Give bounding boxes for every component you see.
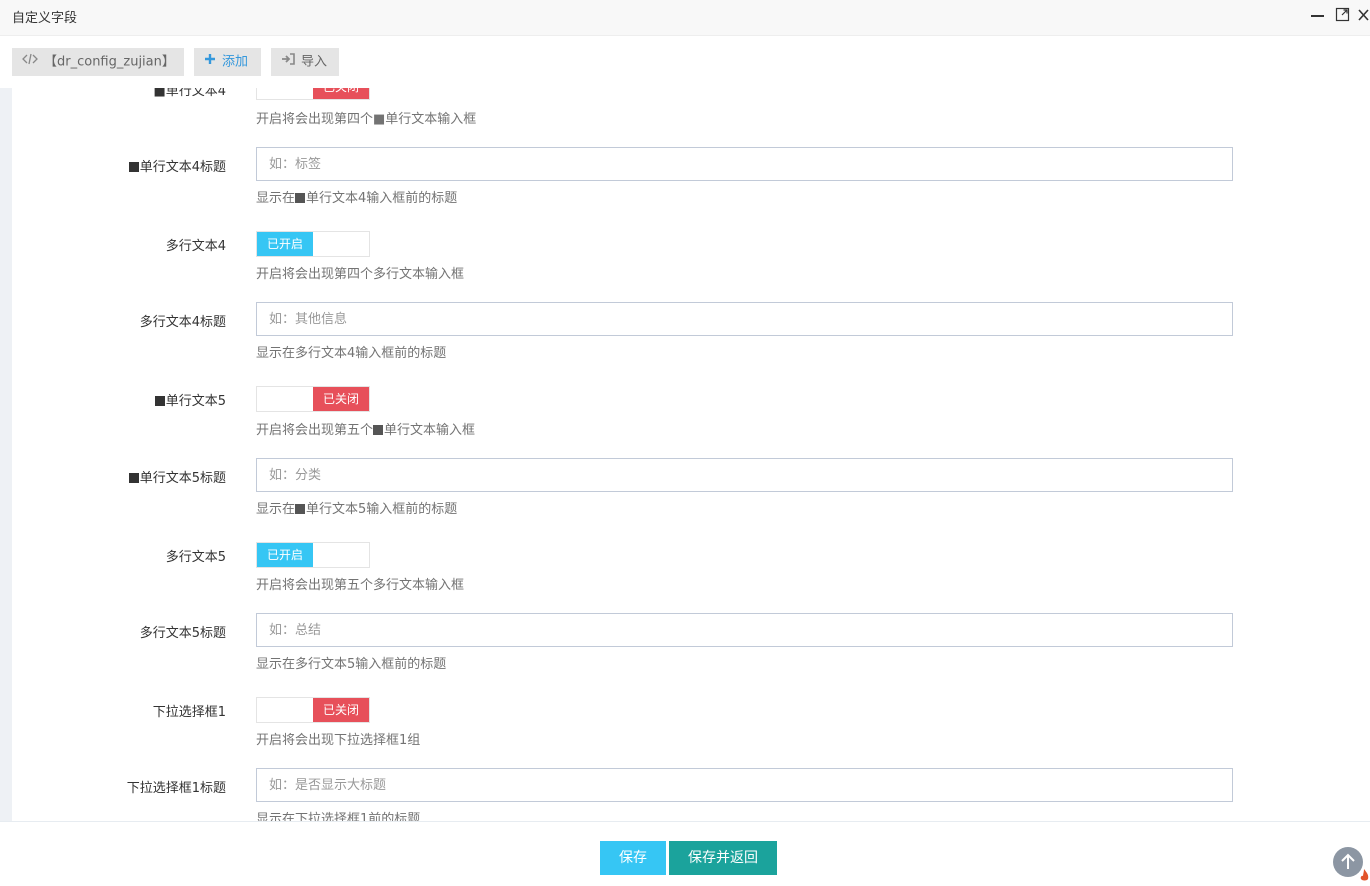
dialog-title: 自定义字段 <box>12 11 78 26</box>
field-label-multi-text-5: 多行文本5 <box>165 550 226 565</box>
help-multi-text-5-title: 显示在多行文本5输入框前的标题 <box>256 657 447 672</box>
help-single-text-5-title: 显示在 单行文本5输入框前的标题 <box>256 502 458 517</box>
minimize-icon[interactable] <box>1308 5 1328 25</box>
field-label-select-1-title: 下拉选择框1标题 <box>126 781 226 796</box>
help-multi-text-4-title: 显示在多行文本4输入框前的标题 <box>256 346 447 361</box>
toggle-multi-text-4[interactable]: 已开启 <box>256 231 370 257</box>
config-code-button[interactable]: 【dr_config_zujian】 <box>12 48 184 76</box>
single-text-4-title-input[interactable] <box>256 147 1233 181</box>
flame-icon <box>1359 868 1370 886</box>
toggle-single-text-5[interactable]: 已关闭 <box>256 386 370 412</box>
help-single-text-4-title: 显示在 单行文本4输入框前的标题 <box>256 191 458 206</box>
select-1-title-input[interactable] <box>256 768 1233 802</box>
single-text-5-title-input[interactable] <box>256 458 1233 492</box>
toggle-state: 已关闭 <box>313 698 369 722</box>
multi-text-5-title-input[interactable] <box>256 613 1233 647</box>
save-and-return-button[interactable]: 保存并返回 <box>669 841 777 875</box>
form-panel[interactable]: ■单行文本4 已关闭 开启将会出现第四个■单行文本输入框 单行文本4标题 显示在… <box>12 88 1370 821</box>
square-marker <box>154 396 165 406</box>
maximize-icon[interactable] <box>1333 5 1353 25</box>
toggle-state: 已关闭 <box>313 88 369 99</box>
help-single-text-4: 开启将会出现第四个■单行文本输入框 <box>256 112 477 127</box>
help-multi-text-5: 开启将会出现第五个多行文本输入框 <box>256 578 465 593</box>
square-marker <box>373 425 384 435</box>
field-label-single-text-4: ■单行文本4 <box>153 88 226 99</box>
config-code-label: 【dr_config_zujian】 <box>44 54 175 70</box>
field-label-multi-text-4-title: 多行文本4标题 <box>139 315 226 330</box>
toggle-state: 已开启 <box>257 232 313 256</box>
add-label: 添加 <box>222 54 249 70</box>
dialog-footer: 保存 保存并返回 <box>0 821 1370 883</box>
field-label-select-1: 下拉选择框1 <box>152 705 226 720</box>
toggle-state: 已关闭 <box>313 387 369 411</box>
multi-text-4-title-input[interactable] <box>256 302 1233 336</box>
square-marker <box>128 162 139 172</box>
import-label: 导入 <box>301 54 328 70</box>
code-icon <box>22 48 38 76</box>
close-icon[interactable] <box>1356 5 1370 25</box>
toggle-state: 已开启 <box>257 543 313 567</box>
field-label-single-text-5: 单行文本5 <box>12 390 226 409</box>
help-multi-text-4: 开启将会出现第四个多行文本输入框 <box>256 267 465 282</box>
field-label-multi-text-5-title: 多行文本5标题 <box>139 626 226 641</box>
help-single-text-5: 开启将会出现第五个 单行文本输入框 <box>256 423 476 438</box>
square-marker <box>295 193 306 203</box>
field-label-multi-text-4: 多行文本4 <box>165 239 226 254</box>
import-button[interactable]: 导入 <box>271 48 339 76</box>
toggle-multi-text-5[interactable]: 已开启 <box>256 542 370 568</box>
field-label-single-text-4-title: 单行文本4标题 <box>12 156 226 175</box>
toggle-select-1[interactable]: 已关闭 <box>256 697 370 723</box>
dialog-titlebar: 自定义字段 <box>0 0 1370 36</box>
help-select-1-title: 显示在下拉选择框1前的标题 <box>256 812 421 821</box>
save-button[interactable]: 保存 <box>600 841 666 875</box>
toggle-single-text-4[interactable]: 已关闭 <box>256 88 370 100</box>
square-marker <box>295 504 306 514</box>
toolbar: 【dr_config_zujian】 添加 导入 <box>0 36 1370 88</box>
field-label-single-text-5-title: 单行文本5标题 <box>12 467 226 486</box>
sign-in-icon <box>281 48 295 76</box>
square-marker <box>128 473 139 483</box>
help-select-1: 开启将会出现下拉选择框1组 <box>256 733 421 748</box>
plus-icon <box>204 48 216 76</box>
add-button[interactable]: 添加 <box>194 48 261 76</box>
